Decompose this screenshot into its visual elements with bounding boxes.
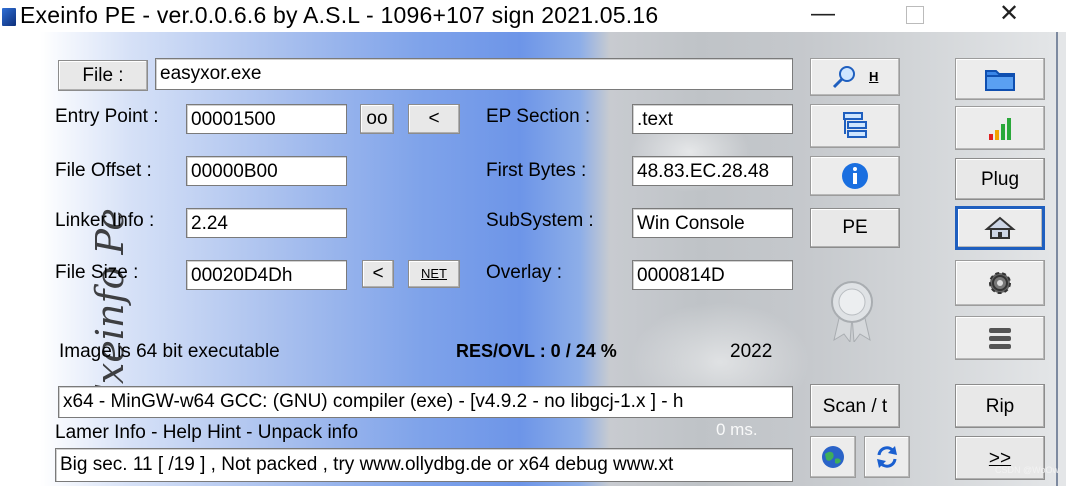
- sections-icon: [843, 112, 867, 138]
- overlay-field[interactable]: 0000814D: [632, 260, 793, 290]
- open-folder-button[interactable]: [955, 58, 1045, 100]
- refresh-icon: [877, 446, 897, 468]
- linker-info-label: Linker Info :: [55, 210, 155, 231]
- watermark-text: CSDN @WoOw: [995, 465, 1059, 475]
- search-hint-button[interactable]: H: [810, 58, 900, 96]
- ep-section-field[interactable]: .text: [632, 104, 793, 134]
- stats-button[interactable]: [955, 106, 1045, 150]
- medal-icon: [831, 281, 873, 342]
- globe-icon: [822, 446, 844, 468]
- exeinfo-window: Exeinfo PE - ver.0.0.6.6 by A.S.L - 1096…: [0, 0, 1066, 486]
- pe-button[interactable]: PE: [810, 208, 900, 248]
- rip-button[interactable]: Rip: [955, 384, 1045, 428]
- settings-button[interactable]: [955, 260, 1045, 306]
- info-button[interactable]: [810, 156, 900, 196]
- stack-icon: [989, 328, 1011, 349]
- home-button[interactable]: [955, 206, 1045, 250]
- window-title: Exeinfo PE - ver.0.0.6.6 by A.S.L - 1096…: [20, 2, 659, 28]
- h-hotkey-label: H: [869, 69, 879, 84]
- subsystem-field[interactable]: Win Console: [632, 208, 793, 238]
- image-info-text: Image is 64 bit executable: [59, 341, 280, 362]
- maximize-button[interactable]: [892, 0, 938, 30]
- refresh-button[interactable]: [864, 436, 910, 478]
- section-viewer-button[interactable]: [810, 104, 900, 148]
- first-bytes-field[interactable]: 48.83.EC.28.48: [632, 156, 793, 186]
- file-offset-field[interactable]: 00000B00: [186, 156, 347, 186]
- bar-chart-icon: [989, 118, 1011, 140]
- linker-info-field[interactable]: 2.24: [186, 208, 347, 238]
- window-edge: [1056, 32, 1058, 486]
- home-icon: [984, 216, 1016, 239]
- file-size-label: File Size :: [55, 262, 139, 283]
- entry-point-field[interactable]: 00001500: [186, 104, 347, 134]
- net-button[interactable]: NET: [408, 260, 460, 288]
- minimize-button[interactable]: —: [800, 0, 846, 30]
- file-button[interactable]: File :: [58, 60, 148, 91]
- oo-button[interactable]: oo: [360, 104, 394, 134]
- plug-button[interactable]: Plug: [955, 158, 1045, 200]
- ep-section-label: EP Section :: [486, 106, 591, 127]
- file-name-field[interactable]: easyxor.exe: [155, 58, 793, 90]
- maximize-icon: [906, 6, 924, 24]
- menu-button[interactable]: [955, 316, 1045, 360]
- file-offset-label: File Offset :: [55, 160, 152, 181]
- first-bytes-label: First Bytes :: [486, 160, 587, 181]
- title-bar[interactable]: Exeinfo PE - ver.0.0.6.6 by A.S.L - 1096…: [0, 0, 1066, 32]
- entry-point-back-button[interactable]: <: [408, 104, 460, 134]
- file-size-field[interactable]: 00020D4Dh: [186, 260, 347, 290]
- year-text: 2022: [730, 341, 773, 362]
- app-icon: [2, 8, 16, 26]
- scan-time-text: 0 ms.: [716, 420, 758, 439]
- gear-icon: [989, 272, 1011, 294]
- folder-icon: [985, 70, 1015, 91]
- entry-point-label: Entry Point :: [55, 106, 159, 127]
- info-icon: [842, 163, 868, 189]
- scan-button[interactable]: Scan / t: [810, 384, 900, 428]
- res-ovl-text: RES/OVL : 0 / 24 %: [456, 341, 617, 361]
- compiler-detection-field[interactable]: x64 - MinGW-w64 GCC: (GNU) compiler (exe…: [58, 386, 793, 418]
- overlay-label: Overlay :: [486, 262, 563, 283]
- lamer-info-link[interactable]: Lamer Info - Help Hint - Unpack info: [55, 422, 358, 444]
- hint-field[interactable]: Big sec. 11 [ /19 ] , Not packed , try w…: [55, 448, 793, 482]
- web-button[interactable]: [810, 436, 856, 478]
- close-button[interactable]: ✕: [986, 0, 1032, 30]
- subsystem-label: SubSystem :: [486, 210, 594, 231]
- file-size-back-button[interactable]: <: [362, 260, 394, 288]
